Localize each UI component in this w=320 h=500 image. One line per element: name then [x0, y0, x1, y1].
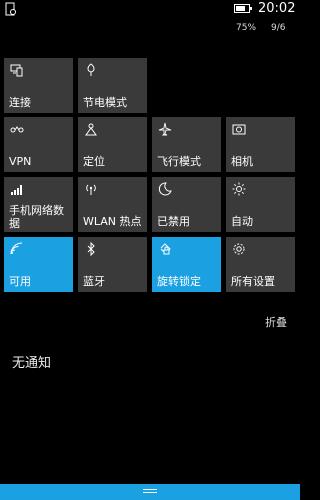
tile-quiet-hours[interactable]: 已禁用 [152, 177, 221, 232]
airplane-icon [158, 122, 172, 136]
tile-bluetooth[interactable]: 蓝牙 [78, 237, 147, 292]
gear-icon [233, 243, 245, 255]
wifi-icon [10, 242, 23, 255]
tile-cellular-data[interactable]: 手机网络数据 [4, 177, 73, 232]
drag-handle-icon[interactable] [143, 489, 157, 495]
tile-label: 节电模式 [83, 96, 127, 109]
action-center-bottom-bar[interactable] [0, 484, 300, 500]
date-label: 9/6 [271, 23, 286, 33]
tile-label: WLAN 热点 [83, 215, 142, 228]
tile-label: 所有设置 [231, 275, 275, 288]
vpn-icon [10, 126, 24, 133]
tile-airplane-mode[interactable]: 飞行模式 [152, 117, 221, 172]
collapse-button[interactable]: 折叠 [265, 314, 287, 330]
tile-battery-saver[interactable]: 节电模式 [78, 58, 147, 113]
cellular-signal-icon [11, 185, 22, 195]
battery-percent: 75% [236, 23, 257, 33]
camera-icon [232, 124, 246, 135]
tile-label: 定位 [83, 155, 105, 168]
brightness-icon [232, 182, 246, 196]
tile-wlan-hotspot[interactable]: WLAN 热点 [78, 177, 147, 232]
tile-label: 飞行模式 [157, 155, 201, 168]
tile-label: 蓝牙 [83, 275, 105, 288]
tile-brightness[interactable]: 自动 [226, 177, 295, 232]
tile-all-settings[interactable]: 所有设置 [226, 237, 295, 292]
tile-label: 自动 [231, 215, 253, 228]
bluetooth-icon [87, 242, 95, 256]
battery-icon [234, 4, 252, 13]
tile-label: 旋转锁定 [157, 275, 201, 288]
tile-label: VPN [9, 155, 32, 168]
tile-vpn[interactable]: VPN [4, 117, 73, 172]
tile-rotation-lock[interactable]: 旋转锁定 [152, 237, 221, 292]
tile-label: 手机网络数据 [9, 204, 64, 230]
clock-time: 20:02 [258, 1, 296, 16]
tile-label: 已禁用 [157, 215, 190, 228]
tile-label: 连接 [9, 96, 31, 109]
tile-location[interactable]: 定位 [78, 117, 147, 172]
tile-label: 可用 [9, 275, 31, 288]
no-notifications-text: 无通知 [12, 356, 52, 371]
status-bar: 20:02 75% 9/6 [0, 0, 300, 42]
rotation-lock-icon [160, 243, 171, 255]
quiet-hours-icon [158, 182, 172, 196]
location-icon [85, 123, 97, 136]
tile-camera[interactable]: 相机 [226, 117, 295, 172]
tile-wifi[interactable]: 可用 [4, 237, 73, 292]
phone-clip-icon [5, 2, 16, 16]
battery-saver-icon [87, 63, 95, 76]
tile-connect[interactable]: 连接 [4, 58, 73, 113]
hotspot-icon [86, 184, 96, 195]
connect-icon [10, 64, 23, 77]
tile-label: 相机 [231, 155, 253, 168]
